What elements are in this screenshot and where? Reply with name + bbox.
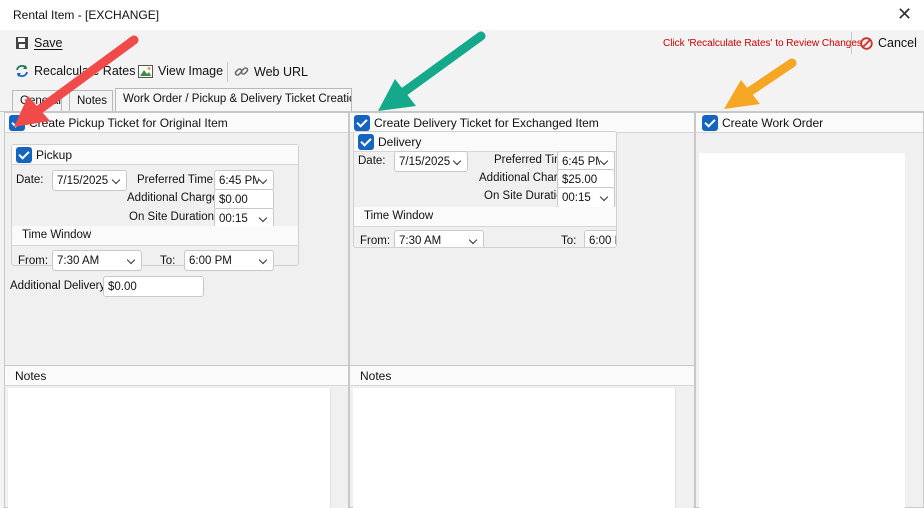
pickup-to-label: To: [160, 255, 176, 267]
workorder-checkbox[interactable] [702, 114, 718, 131]
close-icon[interactable]: ✕ [897, 4, 912, 25]
pickup-date-value: 7/15/2025 [57, 174, 109, 187]
delivery-to-value: 6:00 PM [589, 234, 616, 247]
pickup-time-window-header: Time Window [12, 226, 298, 246]
pickup-group-header: Pickup [12, 145, 298, 165]
pickup-charge-value: $0.00 [219, 193, 248, 206]
title-bar: Rental Item - [EXCHANGE] ✕ [0, 0, 924, 30]
tab-general[interactable]: General [12, 90, 62, 111]
workorder-header: Create Work Order [696, 113, 923, 133]
delivery-group-header: Delivery [354, 132, 616, 152]
web-url-button[interactable]: Web URL [234, 64, 308, 79]
view-image-button[interactable]: View Image [138, 64, 223, 78]
tab-notes[interactable]: Notes [69, 90, 113, 111]
additional-delivery-input[interactable]: $0.00 [103, 276, 204, 297]
recalculate-label: Recalculate Rates [34, 64, 136, 78]
pickup-to-value: 6:00 PM [189, 254, 232, 267]
pickup-notes-header: Notes [5, 366, 348, 386]
save-button[interactable]: Save [15, 36, 63, 50]
toolbar-divider [227, 62, 228, 82]
pickup-charge-input[interactable]: $0.00 [214, 189, 274, 210]
pickup-from-picker[interactable]: 7:30 AM [52, 250, 142, 271]
pickup-from-value: 7:30 AM [57, 254, 100, 267]
delivery-notes-header: Notes [350, 366, 694, 386]
window-title: Rental Item - [EXCHANGE] [13, 8, 160, 22]
pickup-to-picker[interactable]: 6:00 PM [184, 250, 274, 271]
delivery-notes-textarea[interactable] [353, 388, 675, 508]
recalculate-rates-button[interactable]: Recalculate Rates [15, 64, 135, 78]
toolbar-divider [851, 32, 852, 54]
image-icon [138, 64, 153, 78]
pickup-pref-time-value: 6:45 PM [219, 174, 259, 187]
delivery-group-label: Delivery [378, 134, 422, 149]
delivery-checkbox[interactable] [358, 133, 374, 150]
delivery-charge-label: Additional Charge: [479, 172, 557, 184]
web-url-label: Web URL [254, 64, 308, 79]
tab-work-order[interactable]: Work Order / Pickup & Delivery Ticket Cr… [115, 88, 352, 111]
delivery-duration-value: 00:15 [562, 191, 591, 204]
recalc-notice: Click 'Recalculate Rates' to Review Chan… [663, 38, 862, 49]
rental-item-window: Rental Item - [EXCHANGE] ✕ Save Click 'R… [0, 0, 924, 508]
delivery-panel: Create Delivery Ticket for Exchanged Ite… [349, 112, 695, 366]
delivery-notes-scrollbar[interactable] [675, 388, 693, 508]
pickup-notes-panel: Notes [4, 365, 349, 508]
delivery-charge-value: $25.00 [562, 173, 598, 186]
pickup-ticket-checkbox[interactable] [9, 114, 25, 131]
pickup-notes-scrollbar[interactable] [330, 388, 348, 508]
pickup-header: Create Pickup Ticket for Original Item [5, 113, 348, 133]
cancel-button[interactable]: Cancel [860, 36, 917, 50]
delivery-to-label: To: [561, 235, 577, 247]
pickup-pref-time-label: Preferred Time: [137, 174, 217, 186]
pickup-date-label: Date: [16, 174, 44, 186]
pickup-group-label: Pickup [36, 147, 73, 162]
pickup-charge-label: Additional Charge: [127, 192, 222, 204]
pickup-header-label: Create Pickup Ticket for Original Item [29, 115, 228, 130]
additional-delivery-label: Additional Delivery: [10, 280, 109, 292]
view-image-label: View Image [158, 64, 224, 78]
delivery-date-picker[interactable]: 7/15/2025 [394, 151, 468, 172]
workorder-content [699, 153, 905, 508]
delivery-notes-panel: Notes [349, 365, 695, 508]
link-icon [234, 67, 249, 76]
workorder-header-label: Create Work Order [722, 115, 824, 130]
orange-arrow-icon [724, 58, 797, 109]
delivery-ticket-checkbox[interactable] [354, 114, 370, 131]
pickup-duration-value: 00:15 [219, 212, 248, 225]
pickup-from-label: From: [18, 255, 49, 267]
delivery-duration-label: On Site Duration: [484, 190, 560, 202]
pickup-pref-time-picker[interactable]: 6:45 PM [214, 170, 274, 191]
delivery-group: Delivery Date: 7/15/2025 Preferred Time:… [353, 131, 617, 248]
pickup-date-picker[interactable]: 7/15/2025 [52, 170, 127, 191]
delivery-duration-picker[interactable]: 00:15 [557, 187, 615, 208]
cancel-icon [860, 36, 873, 50]
pickup-group: Pickup Date: 7/15/2025 Preferred Time: 6… [11, 144, 299, 271]
delivery-from-value: 7:30 AM [399, 234, 442, 247]
workorder-panel: Create Work Order [695, 112, 924, 508]
pickup-checkbox[interactable] [16, 146, 32, 163]
refresh-icon [16, 65, 28, 77]
delivery-date-label: Date: [358, 155, 386, 167]
delivery-from-picker[interactable]: 7:30 AM [394, 230, 484, 247]
delivery-date-value: 7/15/2025 [399, 155, 451, 168]
delivery-header-label: Create Delivery Ticket for Exchanged Ite… [374, 115, 599, 130]
delivery-header: Create Delivery Ticket for Exchanged Ite… [350, 113, 694, 133]
save-icon [16, 37, 28, 49]
delivery-from-label: From: [360, 235, 391, 247]
pickup-notes-textarea[interactable] [8, 388, 330, 508]
save-label: Save [34, 36, 63, 50]
pickup-duration-label: On Site Duration: [129, 211, 218, 223]
pickup-panel: Create Pickup Ticket for Original Item P… [4, 112, 349, 366]
cancel-label: Cancel [878, 36, 917, 50]
delivery-time-window-header: Time Window [354, 207, 616, 227]
delivery-pref-time-label: Preferred Time: [494, 154, 558, 166]
delivery-pref-time-value: 6:45 PM [562, 155, 600, 168]
additional-delivery-value: $0.00 [108, 280, 137, 293]
teal-arrow-icon [378, 31, 486, 111]
delivery-to-picker[interactable]: 6:00 PM [584, 230, 616, 247]
